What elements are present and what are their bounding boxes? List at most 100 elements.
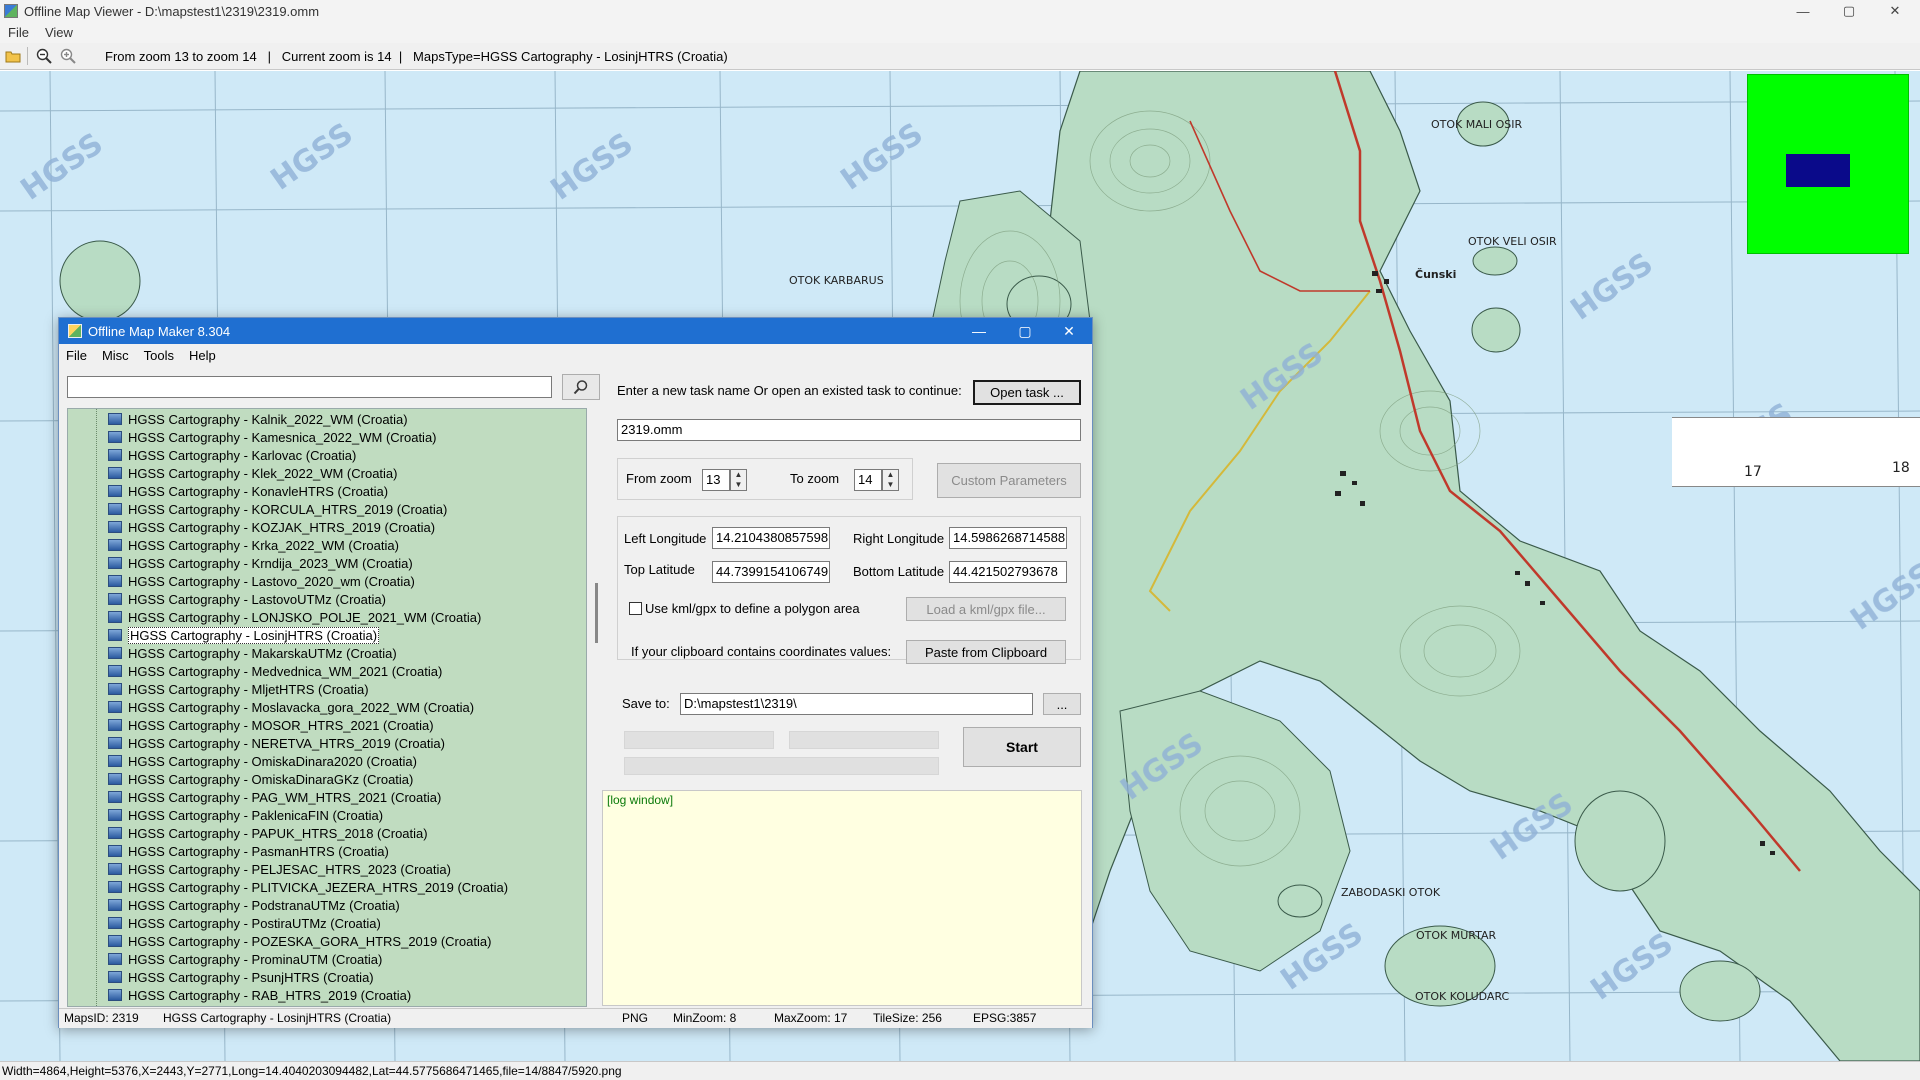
minimap[interactable] bbox=[1747, 74, 1909, 254]
tree-item-label: HGSS Cartography - PodstranaUTMz (Croati… bbox=[128, 897, 400, 913]
start-button[interactable]: Start bbox=[963, 727, 1081, 767]
tree-item[interactable]: HGSS Cartography - PasmanHTRS (Croatia) bbox=[108, 842, 389, 860]
save-to-field[interactable]: D:\mapstest1\2319\ bbox=[680, 693, 1033, 715]
dialog-menu-help[interactable]: Help bbox=[182, 348, 224, 363]
tree-item[interactable]: HGSS Cartography - KonavleHTRS (Croatia) bbox=[108, 482, 388, 500]
tree-scrollbar[interactable] bbox=[592, 408, 602, 1007]
tree-item[interactable]: HGSS Cartography - Krka_2022_WM (Croatia… bbox=[108, 536, 399, 554]
log-scrollbar[interactable] bbox=[1082, 790, 1092, 1006]
tree-item[interactable]: HGSS Cartography - PAPUK_HTRS_2018 (Croa… bbox=[108, 824, 428, 842]
dialog-maximize-button[interactable]: ▢ bbox=[1002, 318, 1048, 344]
maps-tree[interactable]: HGSS Cartography - Kalnik_2022_WM (Croat… bbox=[67, 408, 587, 1007]
status-bar: Width=4864,Height=5376,X=2443,Y=2771,Lon… bbox=[0, 1061, 1920, 1080]
tree-item-label: HGSS Cartography - Klek_2022_WM (Croatia… bbox=[128, 465, 398, 481]
log-window[interactable]: [log window] bbox=[602, 790, 1082, 1006]
grid-number-17: 17 bbox=[1744, 464, 1762, 480]
bottom-latitude-field[interactable]: 44.421502793678 bbox=[949, 561, 1067, 583]
toolbar: From zoom 13 to zoom 14 | Current zoom i… bbox=[0, 43, 1920, 70]
dialog-title: Offline Map Maker 8.304 bbox=[88, 323, 231, 339]
tree-item[interactable]: HGSS Cartography - PaklenicaFIN (Croatia… bbox=[108, 806, 383, 824]
status-maps-id: MapsID: 2319 bbox=[64, 1011, 139, 1025]
tree-item[interactable]: HGSS Cartography - PLITVICKA_JEZERA_HTRS… bbox=[108, 878, 508, 896]
tree-item[interactable]: HGSS Cartography - PostiraUTMz (Croatia) bbox=[108, 914, 381, 932]
tree-item[interactable]: HGSS Cartography - LONJSKO_POLJE_2021_WM… bbox=[108, 608, 481, 626]
top-latitude-field[interactable]: 44.7399154106749 bbox=[712, 561, 830, 583]
tree-item[interactable]: HGSS Cartography - Medvednica_WM_2021 (C… bbox=[108, 662, 442, 680]
minimap-viewport[interactable] bbox=[1786, 154, 1850, 187]
tree-item[interactable]: HGSS Cartography - NERETVA_HTRS_2019 (Cr… bbox=[108, 734, 445, 752]
tree-item[interactable]: HGSS Cartography - KOZJAK_HTRS_2019 (Cro… bbox=[108, 518, 435, 536]
tree-item[interactable]: HGSS Cartography - RAB_HTRS_2019 (Croati… bbox=[108, 986, 411, 1004]
dialog-titlebar[interactable]: Offline Map Maker 8.304 — ▢ ✕ bbox=[59, 318, 1092, 344]
close-button[interactable]: ✕ bbox=[1872, 0, 1918, 22]
right-longitude-field[interactable]: 14.5986268714588 bbox=[949, 527, 1067, 549]
tree-item[interactable]: HGSS Cartography - Moslavacka_gora_2022_… bbox=[108, 698, 474, 716]
tree-item[interactable]: HGSS Cartography - LosinjHTRS (Croatia) bbox=[108, 626, 380, 644]
dialog-minimize-button[interactable]: — bbox=[956, 318, 1002, 344]
zoom-in-icon[interactable] bbox=[57, 45, 79, 67]
tree-item[interactable]: HGSS Cartography - Lastovo_2020_wm (Croa… bbox=[108, 572, 415, 590]
tree-item-label: HGSS Cartography - PAG_WM_HTRS_2021 (Cro… bbox=[128, 789, 442, 805]
tree-item-label: HGSS Cartography - PaklenicaFIN (Croatia… bbox=[128, 807, 384, 823]
tree-item-label: HGSS Cartography - Krka_2022_WM (Croatia… bbox=[128, 537, 399, 553]
open-task-button[interactable]: Open task ... bbox=[973, 380, 1081, 405]
tree-item[interactable]: HGSS Cartography - LastovoUTMz (Croatia) bbox=[108, 590, 386, 608]
map-search-input[interactable] bbox=[67, 376, 552, 398]
task-name-field[interactable]: 2319.omm bbox=[617, 419, 1081, 441]
from-zoom-spinner[interactable]: ▲ ▼ bbox=[730, 469, 747, 491]
tree-scroll-thumb[interactable] bbox=[595, 583, 598, 643]
to-zoom-field[interactable]: 14 bbox=[854, 469, 882, 491]
map-layer-icon bbox=[108, 899, 122, 911]
dialog-menu-file[interactable]: File bbox=[59, 348, 95, 363]
browse-button[interactable]: ... bbox=[1043, 693, 1081, 715]
dialog-close-button[interactable]: ✕ bbox=[1046, 318, 1092, 344]
paste-from-clipboard-button[interactable]: Paste from Clipboard bbox=[906, 640, 1066, 664]
tree-item[interactable]: HGSS Cartography - Kalnik_2022_WM (Croat… bbox=[108, 410, 408, 428]
tree-item[interactable]: HGSS Cartography - Kamesnica_2022_WM (Cr… bbox=[108, 428, 437, 446]
search-button[interactable] bbox=[562, 374, 600, 400]
tree-item[interactable]: HGSS Cartography - PsunjHTRS (Croatia) bbox=[108, 968, 374, 986]
progress-bar-1 bbox=[624, 731, 774, 749]
tree-item[interactable]: HGSS Cartography - Krndija_2023_WM (Croa… bbox=[108, 554, 413, 572]
map-layer-icon bbox=[108, 593, 122, 605]
maximize-button[interactable]: ▢ bbox=[1826, 0, 1872, 22]
tree-item[interactable]: HGSS Cartography - KORCULA_HTRS_2019 (Cr… bbox=[108, 500, 447, 518]
tree-item[interactable]: HGSS Cartography - PELJESAC_HTRS_2023 (C… bbox=[108, 860, 451, 878]
map-label-otok-koludarc: OTOK KOLUDARC bbox=[1415, 990, 1510, 1003]
tree-item[interactable]: HGSS Cartography - Karlovac (Croatia) bbox=[108, 446, 356, 464]
tree-item[interactable]: HGSS Cartography - MljetHTRS (Croatia) bbox=[108, 680, 369, 698]
custom-parameters-button[interactable]: Custom Parameters bbox=[937, 463, 1081, 498]
to-zoom-spinner[interactable]: ▲ ▼ bbox=[882, 469, 899, 491]
map-layer-icon bbox=[108, 935, 122, 947]
tree-item[interactable]: HGSS Cartography - OmiskaDinara2020 (Cro… bbox=[108, 752, 417, 770]
dialog-menu-tools[interactable]: Tools bbox=[137, 348, 182, 363]
window-title: Offline Map Viewer - D:\mapstest1\2319\2… bbox=[24, 3, 320, 19]
tree-item[interactable]: HGSS Cartography - ProminaUTM (Croatia) bbox=[108, 950, 382, 968]
svg-text:HGSS: HGSS bbox=[1565, 246, 1660, 327]
load-kml-button[interactable]: Load a kml/gpx file... bbox=[906, 597, 1066, 621]
tree-item[interactable]: HGSS Cartography - PAG_WM_HTRS_2021 (Cro… bbox=[108, 788, 441, 806]
tree-item[interactable]: HGSS Cartography - MakarskaUTMz (Croatia… bbox=[108, 644, 397, 662]
tree-item[interactable]: HGSS Cartography - Klek_2022_WM (Croatia… bbox=[108, 464, 398, 482]
tree-item[interactable]: HGSS Cartography - PodstranaUTMz (Croati… bbox=[108, 896, 400, 914]
status-tile-size: TileSize: 256 bbox=[873, 1011, 942, 1025]
map-layer-icon bbox=[108, 827, 122, 839]
kml-polygon-checkbox[interactable] bbox=[629, 602, 642, 615]
tree-item[interactable]: HGSS Cartography - POZESKA_GORA_HTRS_201… bbox=[108, 932, 491, 950]
search-icon bbox=[573, 380, 588, 395]
tree-item-label: HGSS Cartography - KORCULA_HTRS_2019 (Cr… bbox=[128, 501, 448, 517]
tree-item[interactable]: HGSS Cartography - OmiskaDinaraGKz (Croa… bbox=[108, 770, 413, 788]
menu-view[interactable]: View bbox=[37, 25, 81, 40]
tree-item-label: HGSS Cartography - PAPUK_HTRS_2018 (Croa… bbox=[128, 825, 428, 841]
open-folder-icon[interactable] bbox=[2, 45, 24, 67]
from-zoom-field[interactable]: 13 bbox=[702, 469, 730, 491]
dialog-menu-misc[interactable]: Misc bbox=[95, 348, 137, 363]
zoom-out-icon[interactable] bbox=[33, 45, 55, 67]
menu-file[interactable]: File bbox=[0, 25, 37, 40]
tree-item[interactable]: HGSS Cartography - MOSOR_HTRS_2021 (Croa… bbox=[108, 716, 434, 734]
minimize-button[interactable]: — bbox=[1780, 0, 1826, 22]
tree-item-label: HGSS Cartography - MljetHTRS (Croatia) bbox=[128, 681, 369, 697]
tree-item-label: HGSS Cartography - Kamesnica_2022_WM (Cr… bbox=[128, 429, 437, 445]
left-longitude-field[interactable]: 14.2104380857598 bbox=[712, 527, 830, 549]
progress-bar-3 bbox=[624, 757, 939, 775]
